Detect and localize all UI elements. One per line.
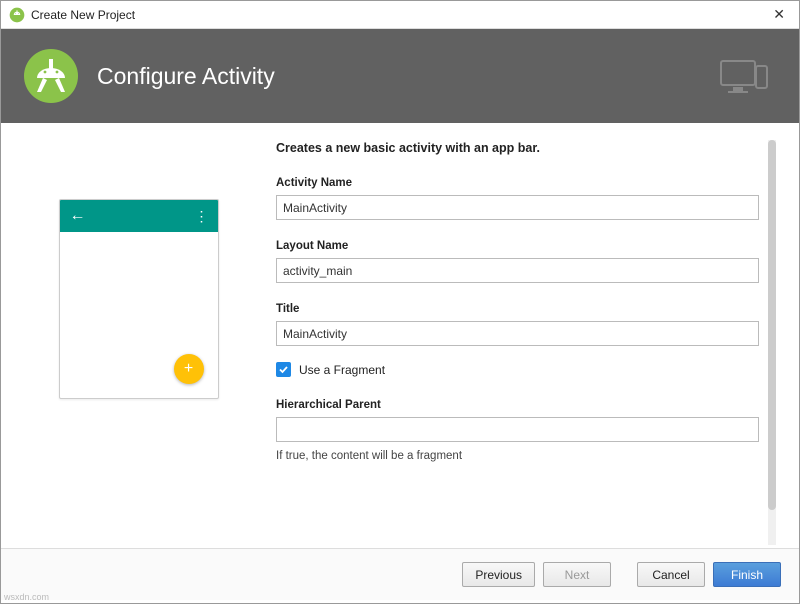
titlebar: Create New Project ✕ [1,1,799,29]
use-fragment-label: Use a Fragment [299,363,385,377]
back-arrow-icon: ← [70,207,86,225]
form-description: Creates a new basic activity with an app… [276,141,759,155]
device-icon [719,58,769,94]
fab-icon: + [174,354,204,384]
layout-name-label: Layout Name [276,240,759,252]
form-column: Creates a new basic activity with an app… [276,141,799,548]
activity-name-input[interactable] [276,195,759,220]
window-title: Create New Project [31,8,767,22]
activity-preview: ← ⋮ + [59,199,219,399]
finish-button[interactable]: Finish [713,562,781,587]
use-fragment-row[interactable]: Use a Fragment [276,362,759,377]
overflow-menu-icon: ⋮ [195,208,208,225]
scrollbar[interactable] [768,140,776,545]
helper-text: If true, the content will be a fragment [276,450,759,462]
previous-button[interactable]: Previous [462,562,535,587]
activity-name-label: Activity Name [276,177,759,189]
watermark: wsxdn.com [4,592,49,602]
preview-appbar: ← ⋮ [60,200,218,232]
layout-name-input[interactable] [276,258,759,283]
use-fragment-checkbox[interactable] [276,362,291,377]
title-input[interactable] [276,321,759,346]
preview-column: ← ⋮ + [1,141,276,548]
wizard-footer: Previous Next Cancel Finish [1,548,799,600]
wizard-content: ← ⋮ + Creates a new basic activity with … [1,123,799,548]
android-studio-logo-icon [23,48,79,104]
close-button[interactable]: ✕ [767,6,791,23]
hierarchical-parent-input[interactable] [276,417,759,442]
app-icon [9,7,25,23]
scrollbar-thumb[interactable] [768,140,776,510]
wizard-header: Configure Activity [1,29,799,123]
title-label: Title [276,303,759,315]
cancel-button[interactable]: Cancel [637,562,705,587]
hierarchical-parent-label: Hierarchical Parent [276,399,759,411]
checkmark-icon [278,364,289,375]
page-title: Configure Activity [97,63,719,90]
next-button: Next [543,562,611,587]
